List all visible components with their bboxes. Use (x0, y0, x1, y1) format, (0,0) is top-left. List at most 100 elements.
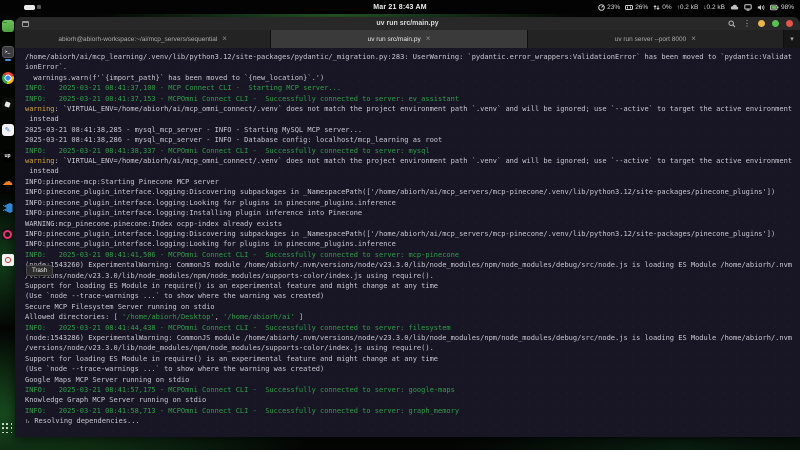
battery-indicator[interactable]: 98% (770, 4, 794, 11)
memory-indicator[interactable]: 26% (625, 4, 648, 11)
terminal-line: warning: `VIRTUAL_ENV=/home/abiorh/ai/mc… (25, 104, 800, 114)
tab-label: uv run server --port 8000 (615, 36, 687, 43)
tab-main-py[interactable]: uv run src/main.py × (271, 30, 527, 48)
tab-label: abiorh@abiorh-workspace:~/ai/mcp_servers… (58, 36, 217, 43)
dock-item-pink-ring-app[interactable] (2, 228, 14, 240)
terminal-line: warning: `VIRTUAL_ENV=/home/abiorh/ai/mc… (25, 156, 800, 166)
maximize-button[interactable] (772, 20, 779, 27)
swap-arrows-icon (653, 4, 660, 11)
speaker-icon (757, 4, 765, 11)
terminal-line: Knowledge Graph MCP Server running on st… (25, 395, 800, 405)
terminal-line: INFO: 2025-03-21 08:41:44,438 - MCPOmni … (25, 323, 800, 333)
tab-list-chevron-down-icon[interactable]: ▾ (784, 30, 800, 48)
terminal-line: /versions/node/v23.3.0/lib/node_modules/… (25, 343, 800, 353)
terminal-line: INFO:pinecone-mcp:Starting Pinecone MCP … (25, 177, 800, 187)
workspace-indicator[interactable] (24, 5, 41, 10)
terminal-line: (node:1543286) ExperimentalWarning: Comm… (25, 333, 800, 343)
workspace-active-dot (24, 5, 35, 10)
close-button[interactable] (786, 20, 793, 27)
dock-item-cube-app[interactable] (2, 98, 14, 110)
swap-value: 0% (662, 4, 671, 11)
search-icon[interactable] (728, 17, 736, 33)
terminal-line: INFO:pinecone_plugin_interface.logging:L… (25, 239, 800, 249)
dock: >_ ✎ up ☁ (0, 14, 15, 450)
tab-label: uv run src/main.py (368, 36, 421, 43)
terminal-line: Support for loading ES Module in require… (25, 354, 800, 364)
workspace-inactive-dot (37, 5, 41, 9)
battery-value: 98% (781, 4, 794, 11)
terminal-line: 2025-03-21 08:41:38,285 - mysql_mcp_serv… (25, 125, 800, 135)
terminal-line: instead (25, 114, 800, 124)
show-applications-button[interactable] (2, 423, 13, 434)
terminal-line: (node:1543260) ExperimentalWarning: Comm… (25, 260, 800, 270)
terminal-line: INFO:pinecone_plugin_interface.logging:D… (25, 187, 800, 197)
system-indicators[interactable]: 23% 26% 0% ↑0.2 kB ↓0.2 kB 98% (598, 4, 794, 11)
dock-item-upwork[interactable]: up (2, 150, 14, 162)
terminal-line: /versions/node/v23.3.0/lib/node_modules/… (25, 271, 800, 281)
window-title: uv run src/main.py (376, 20, 438, 27)
terminal-line: Allowed directories: [ '/home/abiorh/Des… (25, 312, 800, 322)
terminal-line: INFO: 2025-03-21 08:41:58,713 - MCPOmni … (25, 406, 800, 416)
clock[interactable]: Mar 21 8:43 AM (373, 4, 427, 11)
close-tab-icon[interactable]: × (426, 35, 431, 43)
terminal-line: ionError`. (25, 62, 800, 72)
terminal-line: instead (25, 166, 800, 176)
minimize-button[interactable] (758, 20, 765, 27)
title-bar[interactable]: uv run src/main.py ⋮ (15, 17, 800, 30)
dock-item-terminal[interactable]: >_ (2, 46, 14, 58)
dock-item-text-editor[interactable]: ✎ (2, 124, 14, 136)
cloud-icon (730, 4, 739, 11)
tab-server-port-8000[interactable]: uv run server --port 8000 × (528, 30, 784, 48)
new-window-icon[interactable] (22, 21, 29, 27)
swap-indicator[interactable]: 0% (653, 4, 671, 11)
volume-indicator[interactable] (757, 4, 765, 11)
terminal-line: /home/abiorh/ai/mcp_learning/.venv/lib/p… (25, 52, 800, 62)
tab-bar: abiorh@abiorh-workspace:~/ai/mcp_servers… (15, 30, 800, 48)
upwork-icon: up (4, 153, 10, 159)
close-tab-icon[interactable]: × (691, 35, 696, 43)
terminal-line: Support for loading ES Module in require… (25, 281, 800, 291)
terminal-line: Secure MCP Filesystem Server running on … (25, 302, 800, 312)
terminal-line: INFO: 2025-03-21 08:41:57,175 - MCPOmni … (25, 385, 800, 395)
cpu-indicator[interactable]: 23% (598, 4, 620, 11)
dock-item-trash[interactable] (2, 254, 14, 266)
cpu-gauge-icon (598, 4, 605, 11)
display-indicator[interactable] (744, 4, 752, 11)
dock-item-cloudflare[interactable]: ☁ (2, 176, 14, 188)
net-up-indicator[interactable]: ↑0.2 kB (677, 4, 699, 11)
dock-item-chrome[interactable] (2, 72, 14, 84)
battery-icon (770, 4, 779, 11)
terminal-icon: >_ (5, 50, 10, 55)
cloud-indicator[interactable] (730, 4, 739, 11)
dock-item-vscode[interactable] (2, 202, 14, 214)
terminal-line: WARNING:mcp_pinecone.pinecone:Index ocpp… (25, 219, 800, 229)
dock-item-files[interactable] (2, 20, 14, 32)
terminal-line: INFO:pinecone_plugin_interface.logging:D… (25, 229, 800, 239)
terminal-window: uv run src/main.py ⋮ abiorh@abiorh-works… (15, 17, 800, 437)
top-bar: Mar 21 8:43 AM 23% 26% 0% ↑0.2 kB ↓0.2 k… (0, 0, 800, 14)
terminal-line: INFO: 2025-03-21 08:41:37,100 - MCP Conn… (25, 83, 800, 93)
terminal-line: INFO:pinecone_plugin_interface.logging:I… (25, 208, 800, 218)
close-tab-icon[interactable]: × (222, 35, 227, 43)
terminal-line: (Use `node --trace-warnings ...` to show… (25, 291, 800, 301)
menu-kebab-icon[interactable]: ⋮ (743, 20, 751, 28)
memory-value: 26% (635, 4, 648, 11)
terminal-line: ⠦ Resolving dependencies... (25, 416, 800, 426)
memory-icon (625, 4, 633, 11)
terminal-line: INFO: 2025-03-21 08:41:37,153 - MCPOmni … (25, 94, 800, 104)
terminal-output[interactable]: /home/abiorh/ai/mcp_learning/.venv/lib/p… (15, 48, 800, 437)
terminal-line: 2025-03-21 08:41:38,286 - mysql_mcp_serv… (25, 135, 800, 145)
pencil-icon: ✎ (5, 126, 11, 134)
net-down-value: ↓0.2 kB (703, 4, 725, 11)
display-icon (744, 4, 752, 11)
terminal-line: (Use `node --trace-warnings ...` to show… (25, 364, 800, 374)
terminal-line: INFO: 2025-03-21 08:41:38,337 - MCPOmni … (25, 146, 800, 156)
net-up-value: ↑0.2 kB (677, 4, 699, 11)
terminal-line: warnings.warn(f'`{import_path}` has been… (25, 73, 800, 83)
trash-tooltip: Trash (26, 265, 53, 276)
cpu-value: 23% (607, 4, 620, 11)
net-down-indicator[interactable]: ↓0.2 kB (703, 4, 725, 11)
terminal-line: INFO: 2025-03-21 08:41:41,506 - MCPOmni … (25, 250, 800, 260)
tab-sequential[interactable]: abiorh@abiorh-workspace:~/ai/mcp_servers… (15, 30, 271, 48)
terminal-line: INFO:pinecone_plugin_interface.logging:L… (25, 198, 800, 208)
